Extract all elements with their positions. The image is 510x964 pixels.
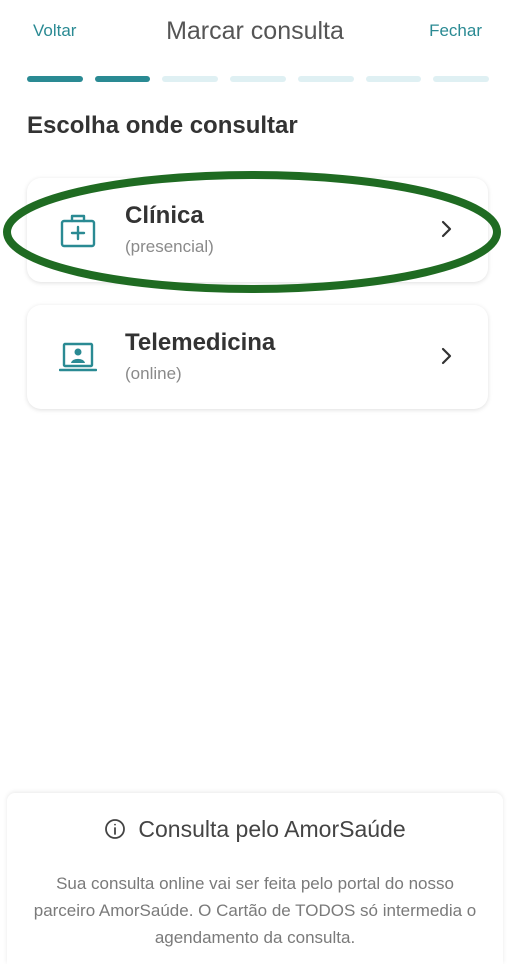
option-sublabel: (online) — [125, 364, 182, 383]
option-sublabel: (presencial) — [125, 237, 214, 256]
chevron-right-icon — [441, 347, 452, 365]
progress-step-4 — [230, 76, 286, 82]
progress-step-7 — [433, 76, 490, 82]
info-footer: Consulta pelo AmorSaúde Sua consulta onl… — [7, 793, 503, 964]
laptop-doctor-icon — [59, 342, 97, 372]
footer-title: Consulta pelo AmorSaúde — [138, 816, 406, 842]
progress-step-2 — [94, 76, 151, 82]
footer-description: Sua consulta online vai ser feita pelo p… — [33, 874, 477, 947]
option-card-telemedicina[interactable]: Telemedicina (online) — [27, 305, 488, 409]
chevron-right-icon — [441, 220, 452, 238]
option-label: Clínica — [125, 202, 204, 229]
footer-title-row: Consulta pelo AmorSaúde — [7, 816, 503, 843]
progress-step-5 — [297, 76, 354, 82]
section-title: Escolha onde consultar — [27, 112, 298, 139]
option-label: Telemedicina — [125, 329, 276, 356]
close-button[interactable]: Fechar — [429, 21, 482, 41]
step-progress-bar — [27, 76, 490, 82]
option-card-clinica[interactable]: Clínica (presencial) — [27, 178, 488, 282]
progress-step-1 — [27, 76, 83, 82]
progress-step-3 — [162, 76, 219, 82]
medical-kit-icon — [60, 214, 96, 248]
top-bar: Voltar Marcar consulta Fechar — [0, 0, 510, 62]
info-icon — [105, 819, 126, 839]
progress-step-6 — [365, 76, 422, 82]
